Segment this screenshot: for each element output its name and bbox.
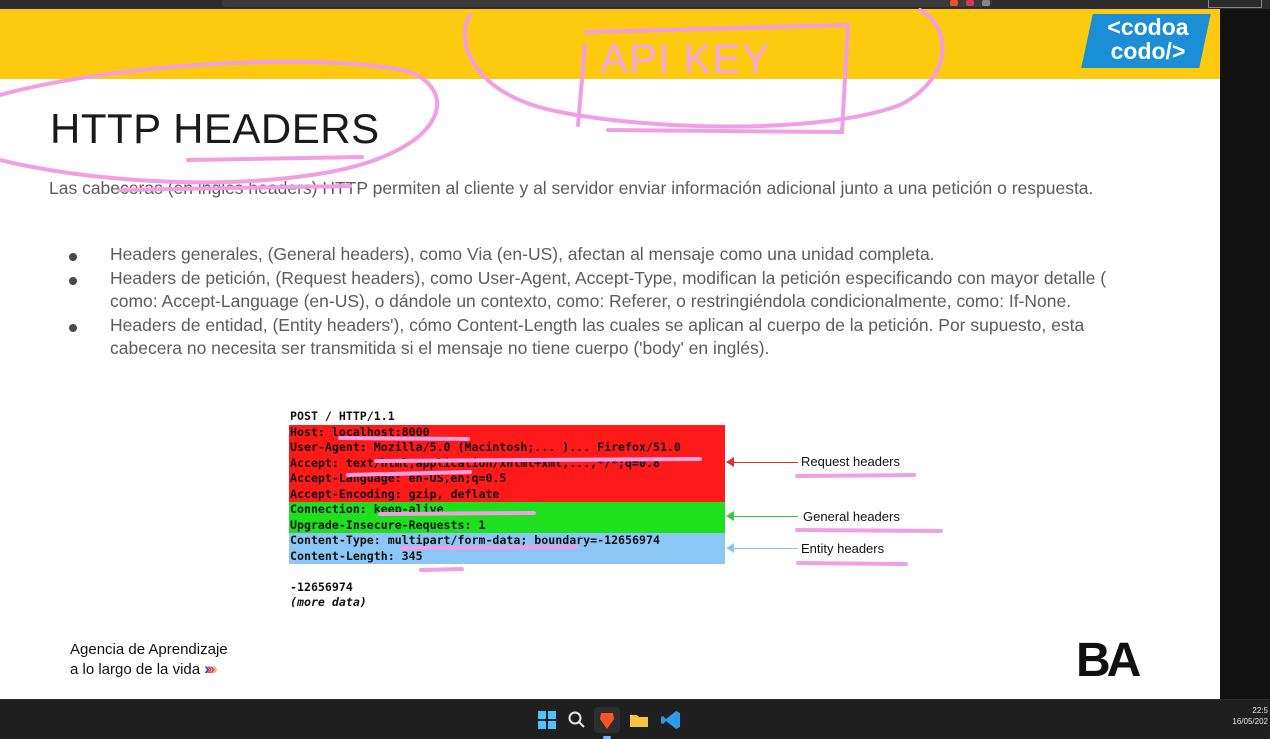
magnifier-glyph xyxy=(568,711,585,728)
logo-line-2: codo/> xyxy=(1110,38,1186,64)
request-line: POST / HTTP/1.1 xyxy=(290,409,395,423)
windows-logo xyxy=(538,711,556,729)
general-headers-label: General headers xyxy=(803,509,900,524)
clock-date: 16/05/202 xyxy=(1232,717,1268,726)
general-arrow xyxy=(726,511,798,521)
bullet-dot xyxy=(69,253,77,261)
arrow-head-icon xyxy=(726,457,734,467)
http-request-example: POST / HTTP/1.1 Host: localhost:8000 Use… xyxy=(289,409,725,611)
bullet-list: Headers generales, (General headers), co… xyxy=(66,243,1156,361)
vscode-logo xyxy=(661,711,680,729)
codoacodo-logo-text: <codoa codo/> xyxy=(1096,15,1200,63)
agency-line-2-text: a lo largo de la vida xyxy=(70,661,201,678)
intro-paragraph: Las cabeceras (en inglés headers) HTTP p… xyxy=(49,178,1094,198)
clock-time: 22:5 xyxy=(1252,706,1268,715)
brave-logo xyxy=(600,713,614,729)
agency-line-1: Agencia de Aprendizaje xyxy=(70,641,228,658)
entity-header-line: Content-Type: multipart/form-data; bound… xyxy=(289,533,725,549)
body-more-data-line: (more data) xyxy=(290,595,367,609)
general-header-line: Connection: keep-alive xyxy=(289,502,725,518)
entity-headers-label: Entity headers xyxy=(801,541,885,556)
extension-icon[interactable] xyxy=(982,0,990,6)
folder-glyph xyxy=(630,715,648,727)
bullet-item: Headers de entidad, (Entity headers'), c… xyxy=(66,314,1156,361)
windows-start-icon[interactable] xyxy=(534,707,560,733)
brave-browser-icon[interactable] xyxy=(594,707,620,739)
request-header-line: Accept: text/html,application/xhtml+xml,… xyxy=(289,455,725,471)
search-icon[interactable] xyxy=(564,707,590,733)
bullet-text: Headers de entidad, (Entity headers'), c… xyxy=(110,314,1085,359)
request-headers-label: Request headers xyxy=(801,454,901,469)
vscode-icon[interactable] xyxy=(658,707,684,733)
bullet-text: Headers generales, (General headers), co… xyxy=(110,244,935,264)
request-header-line: User-Agent: Mozilla/5.0 (Macintosh;... )… xyxy=(289,440,725,456)
taskbar xyxy=(0,699,1270,739)
bullet-item: Headers de petición, (Request headers), … xyxy=(66,267,1156,314)
bullet-dot xyxy=(69,323,77,332)
slide-title: HTTP HEADERS xyxy=(50,105,380,152)
slide: <codoa codo/> HTTP HEADERS Las cabeceras… xyxy=(0,9,1220,699)
request-header-line: Host: localhost:8000 xyxy=(289,424,725,440)
ba-logo: BA xyxy=(1076,634,1141,687)
address-bar[interactable] xyxy=(222,0,992,7)
agency-line-2: a lo largo de la vida ›››› xyxy=(70,659,228,679)
window-control-button[interactable] xyxy=(1208,0,1262,8)
request-arrow xyxy=(726,457,798,467)
system-clock[interactable]: 22:5 16/05/202 xyxy=(1226,705,1268,727)
entity-header-line: Content-Length: 345 xyxy=(289,548,725,564)
logo-line-1: <codoa xyxy=(1107,14,1189,40)
file-explorer-icon[interactable] xyxy=(626,707,652,733)
side-panel xyxy=(1220,9,1270,699)
chevrons-icon: ›››› xyxy=(204,659,217,678)
bullet-item: Headers generales, (General headers), co… xyxy=(66,243,1156,267)
agency-text: Agencia de Aprendizaje a lo largo de la … xyxy=(70,640,228,679)
request-header-line: Accept-Language: en-US,en;q=0.5 xyxy=(289,471,725,487)
handwritten-api-key-label: API KEY xyxy=(600,35,771,82)
entity-arrow xyxy=(726,543,798,553)
brave-shield-icon[interactable] xyxy=(950,0,958,6)
arrow-head-icon xyxy=(726,511,734,521)
request-header-line: Accept-Encoding: gzip, deflate xyxy=(289,486,725,502)
bullet-text: Headers de petición, (Request headers), … xyxy=(110,267,1107,312)
bullet-dot xyxy=(69,276,77,285)
arrow-head-icon xyxy=(726,543,734,553)
browser-toolbar xyxy=(0,0,1270,9)
general-header-line: Upgrade-Insecure-Requests: 1 xyxy=(289,517,725,533)
extension-icon[interactable] xyxy=(966,0,974,6)
body-boundary-line: -12656974 xyxy=(290,579,353,594)
